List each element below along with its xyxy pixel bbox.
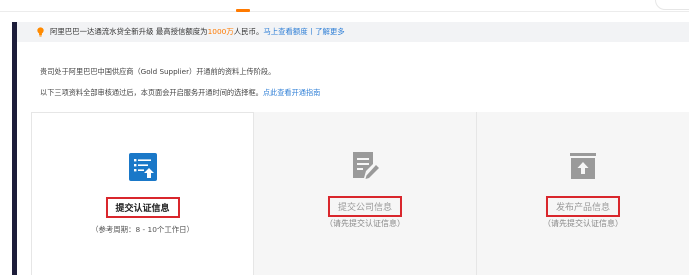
step-submit-company-info: 提交公司信息 （请先提交认证信息） <box>254 112 477 275</box>
step-title[interactable]: 提交认证信息 <box>105 197 180 218</box>
status-description: 贵司处于阿里巴巴中国供应商（Gold Supplier）开通前的资料上传阶段。 <box>40 67 276 76</box>
step-title: 提交公司信息 <box>327 196 403 217</box>
instructions-text: 以下三项资料全部审核通过后，本页面会开启服务开通时间的选择框。点此查看开通指南 <box>40 88 320 98</box>
step-submit-certification[interactable]: 提交认证信息 （参考周期：8 - 10个工作日） <box>31 112 254 275</box>
onboarding-steps: 提交认证信息 （参考周期：8 - 10个工作日） 提交公司信息 （请先提交认证信… <box>31 112 689 275</box>
submit-certification-icon <box>128 153 157 181</box>
notice-text: 阿里巴巴一达通流水贷全新升级 最高授信额度为 <box>50 27 208 36</box>
upload-box-icon <box>570 153 596 179</box>
active-tab-indicator <box>236 9 250 12</box>
header-corner-decoration <box>655 0 689 10</box>
lightbulb-icon <box>37 27 44 37</box>
step-publish-products: 发布产品信息 （请先提交认证信息） <box>477 112 689 275</box>
notice-bar: 阿里巴巴一达通流水贷全新升级 最高授信额度为1000万人民币。马上查看额度丨了解… <box>17 22 689 42</box>
step-subtitle: （参考周期：8 - 10个工作日） <box>91 225 194 234</box>
edit-document-icon <box>353 152 379 179</box>
credit-limit-highlight: 1000万 <box>207 27 234 36</box>
step-subtitle: （请先提交认证信息） <box>543 219 623 228</box>
instructions-body: 以下三项资料全部审核通过后，本页面会开启服务开通时间的选择框。 <box>40 88 263 97</box>
activation-guide-link[interactable]: 点此查看开通指南 <box>263 88 321 97</box>
view-credit-link[interactable]: 马上查看额度丨了解更多 <box>263 27 344 36</box>
step-title: 发布产品信息 <box>545 196 621 217</box>
top-strip <box>0 0 689 12</box>
notice-text-suffix: 人民币。 <box>233 27 264 36</box>
step-subtitle: （请先提交认证信息） <box>325 219 405 228</box>
intro-section: 贵司处于阿里巴巴中国供应商（Gold Supplier）开通前的资料上传阶段。 … <box>17 42 689 112</box>
